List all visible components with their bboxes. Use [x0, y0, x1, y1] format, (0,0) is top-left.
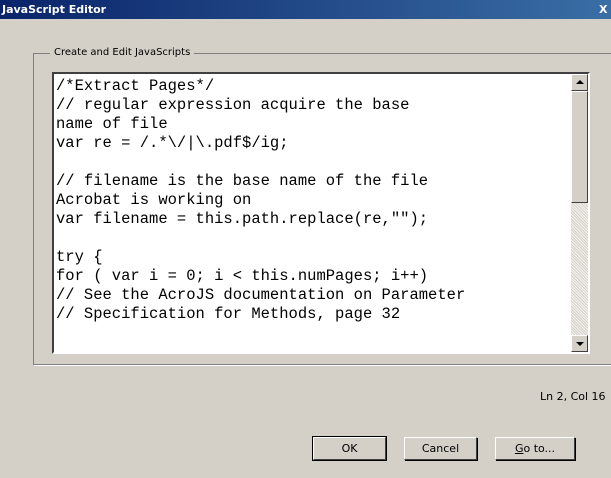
close-icon[interactable]: X	[599, 0, 611, 19]
goto-button[interactable]: Go to...	[495, 437, 575, 460]
code-line: // filename is the base name of the file	[56, 172, 429, 190]
arrow-up-icon	[576, 80, 584, 84]
code-line: Acrobat is working on	[56, 191, 252, 209]
cancel-button[interactable]: Cancel	[404, 437, 477, 460]
scroll-up-button[interactable]	[571, 74, 588, 91]
scroll-down-button[interactable]	[571, 335, 588, 352]
vertical-scrollbar[interactable]	[571, 74, 588, 352]
code-editor[interactable]: /*Extract Pages*/// regular expression a…	[52, 72, 590, 354]
code-line: for ( var i = 0; i < this.numPages; i++)	[56, 267, 429, 285]
code-line: try {	[56, 248, 103, 266]
goto-button-label: o to...	[523, 442, 556, 455]
groupbox-label: Create and Edit JavaScripts	[50, 46, 195, 60]
cancel-button-label: Cancel	[421, 442, 460, 455]
code-line: var re = /.*\/|\.pdf$/ig;	[56, 134, 289, 152]
scrollbar-thumb[interactable]	[571, 91, 588, 203]
code-line: name of file	[56, 115, 168, 133]
cursor-position: Ln 2, Col 16	[540, 390, 606, 403]
arrow-down-icon	[576, 342, 584, 346]
code-line: var filename = this.path.replace(re,"");	[56, 210, 429, 228]
code-line: // See the AcroJS documentation on Param…	[56, 286, 466, 304]
title-bar: JavaScript Editor X	[0, 0, 611, 19]
code-line: // regular expression acquire the base	[56, 96, 410, 114]
goto-mnemonic: G	[514, 442, 524, 455]
code-line: /*Extract Pages*/	[56, 77, 215, 95]
ok-button-label: OK	[341, 442, 358, 455]
ok-button[interactable]: OK	[312, 436, 387, 461]
window-title: JavaScript Editor	[2, 3, 107, 16]
code-line: // Specification for Methods, page 32	[56, 305, 401, 323]
code-text[interactable]: /*Extract Pages*/// regular expression a…	[56, 77, 465, 324]
